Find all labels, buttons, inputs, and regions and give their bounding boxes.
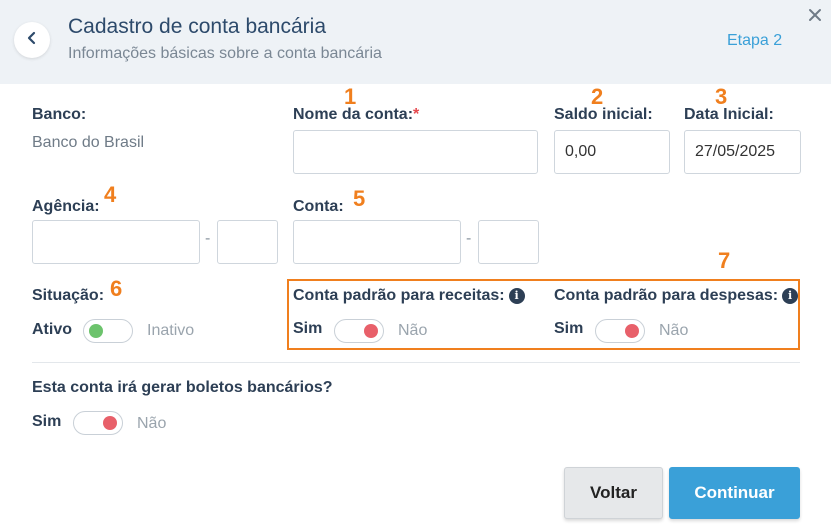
boletos-toggle[interactable] (73, 411, 123, 435)
back-button[interactable] (14, 22, 50, 58)
bank-value: Banco do Brasil (32, 134, 145, 151)
default-expense-off-label: Não (659, 322, 689, 339)
initial-date-label: Data Inicial: (684, 106, 774, 123)
boletos-on-label: Sim (32, 413, 62, 430)
boletos-label: Esta conta irá gerar boletos bancários? (32, 379, 333, 396)
default-income-label: Conta padrão para receitas: i (293, 287, 525, 305)
default-income-off-label: Não (398, 322, 428, 339)
continue-button[interactable]: Continuar (669, 467, 800, 519)
close-icon (808, 9, 822, 26)
back-step-button[interactable]: Voltar (564, 467, 663, 519)
account-digit-input[interactable] (478, 220, 539, 264)
default-expense-label-text: Conta padrão para despesas: (554, 287, 779, 304)
account-input[interactable] (293, 220, 461, 264)
toggle-knob (625, 324, 639, 338)
default-expense-toggle[interactable] (595, 319, 645, 343)
default-expense-on-label: Sim (554, 320, 584, 337)
modal-title: Cadastro de conta bancária (68, 15, 326, 38)
annotation-4: 4 (104, 182, 117, 207)
info-icon[interactable]: i (508, 288, 525, 304)
status-on-label: Ativo (32, 321, 72, 338)
default-income-toggle[interactable] (334, 319, 384, 343)
agency-separator: - (205, 230, 211, 247)
close-button[interactable] (808, 8, 826, 26)
boletos-off-label: Não (137, 415, 167, 432)
default-income-label-text: Conta padrão para receitas: (293, 287, 505, 304)
step-indicator: Etapa 2 (727, 32, 783, 49)
status-label: Situação: (32, 287, 105, 304)
account-name-input[interactable] (293, 130, 538, 174)
default-income-on-label: Sim (293, 320, 323, 337)
account-name-label-text: Nome da conta: (293, 106, 414, 123)
toggle-knob (364, 324, 378, 338)
agency-label: Agência: (32, 198, 100, 215)
agency-digit-input[interactable] (217, 220, 278, 264)
modal-subtitle: Informações básicas sobre a conta bancár… (68, 45, 382, 62)
annotation-5: 5 (353, 186, 366, 211)
status-toggle[interactable] (83, 319, 133, 343)
info-icon[interactable]: i (782, 288, 799, 304)
toggle-knob (103, 416, 117, 430)
toggle-knob (89, 324, 103, 338)
initial-date-input[interactable] (684, 130, 801, 174)
status-off-label: Inativo (147, 322, 195, 339)
initial-balance-label: Saldo inicial: (554, 106, 653, 123)
account-separator: - (466, 230, 472, 247)
annotation-6: 6 (110, 276, 123, 301)
bank-label: Banco: (32, 106, 87, 123)
account-label: Conta: (293, 198, 344, 215)
required-mark: * (413, 106, 420, 123)
agency-input[interactable] (32, 220, 200, 264)
chevron-left-icon (25, 31, 39, 50)
initial-balance-input[interactable] (554, 130, 670, 174)
annotation-7: 7 (718, 248, 731, 273)
modal-header: Cadastro de conta bancária Informações b… (0, 0, 831, 84)
default-expense-label: Conta padrão para despesas: i (554, 287, 799, 305)
section-divider (32, 362, 800, 363)
account-name-label: Nome da conta:* (293, 106, 419, 124)
